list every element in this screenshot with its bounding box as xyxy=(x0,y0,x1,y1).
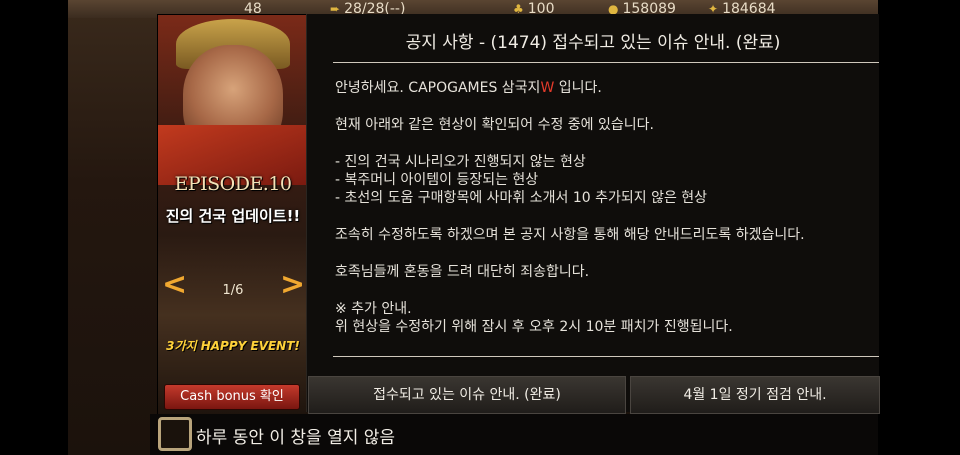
intro-line: 현재 아래와 같은 현상이 확인되어 수정 중에 있습니다. xyxy=(335,117,654,133)
issue-item: - 진의 건국 시나리오가 진행되지 않는 현상 xyxy=(335,154,586,170)
banner-next-arrow-icon[interactable]: > xyxy=(280,270,305,300)
episode-title: EPISODE.10 xyxy=(174,173,292,195)
issue-item: - 초선의 도움 구매항목에 사마휘 소개서 10 추가되지 않은 현상 xyxy=(335,190,708,206)
apology-message: 호족님들께 혼동을 드려 대단히 죄송합니다. xyxy=(335,264,590,280)
notice-panel: 공지 사항 - (1474) 접수되고 있는 이슈 안내. (완료) 안녕하세요… xyxy=(306,14,879,412)
update-headline: 진의 건국 업데이트!! xyxy=(165,207,301,225)
issue-item: - 복주머니 아이템이 등장되는 현상 xyxy=(335,172,539,188)
dont-show-checkbox[interactable] xyxy=(158,417,192,451)
fix-message: 조속히 수정하도록 하겠으며 본 공지 사항을 통해 해당 안내드리도록 하겠습… xyxy=(335,227,805,243)
greeting-line: 안녕하세요. CAPOGAMES 삼국지W 입니다. xyxy=(335,80,602,96)
cash-bonus-button[interactable]: Cash bonus 확인 xyxy=(164,384,300,410)
extra-heading: ※ 추가 안내. xyxy=(335,301,412,317)
title-divider xyxy=(333,62,879,63)
body-divider xyxy=(333,356,879,357)
tab-issue-notice[interactable]: 접수되고 있는 이슈 안내. (완료) xyxy=(308,376,626,414)
notice-title: 공지 사항 - (1474) 접수되고 있는 이슈 안내. (완료) xyxy=(405,33,781,53)
event-banner[interactable]: EPISODE.10 진의 건국 업데이트!! < 1/6 > 3가지 HAPP… xyxy=(157,14,309,416)
dont-show-label[interactable]: 하루 동안 이 창을 열지 않음 xyxy=(196,423,395,448)
extra-notice: ※ 추가 안내. 위 현상을 수정하기 위해 잠시 후 오후 2시 10분 패치… xyxy=(335,300,875,336)
notice-body: 안녕하세요. CAPOGAMES 삼국지W 입니다. 현재 아래와 같은 현상이… xyxy=(335,79,875,355)
extra-text: 위 현상을 수정하기 위해 잠시 후 오후 2시 10분 패치가 진행됩니다. xyxy=(335,319,733,335)
happy-event-label: 3가지 HAPPY EVENT! xyxy=(166,339,300,353)
issue-list: - 진의 건국 시나리오가 진행되지 않는 현상 - 복주머니 아이템이 등장되… xyxy=(335,153,875,207)
tab-maintenance-notice[interactable]: 4월 1일 정기 점검 안내. xyxy=(630,376,880,414)
